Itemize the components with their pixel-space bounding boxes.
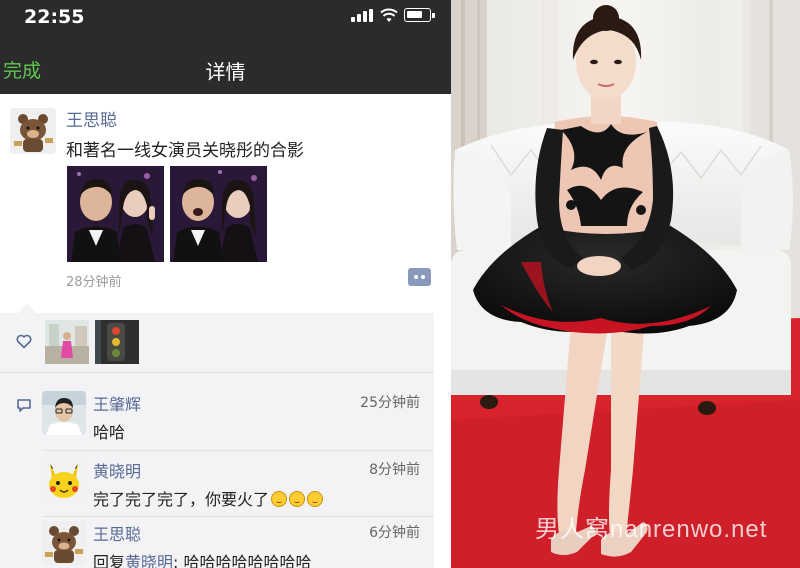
commenter-avatar[interactable]	[42, 391, 86, 435]
emoji-icon	[289, 491, 306, 507]
commenter-name[interactable]: 王肇辉	[93, 391, 141, 415]
comment-text: : 哈哈哈哈哈哈哈哈	[173, 553, 312, 568]
comment-text: 完了完了完了，你要火了	[93, 490, 270, 509]
page-title: 详情	[205, 60, 246, 84]
status-bar: 22:55	[0, 0, 451, 30]
post-timestamp: 28分钟前	[66, 275, 122, 290]
interaction-caret	[18, 304, 36, 313]
post-author-avatar[interactable]	[10, 108, 56, 154]
comment-time: 6分钟前	[369, 525, 420, 541]
more-icon[interactable]	[408, 268, 431, 286]
event-photo-image	[451, 0, 800, 568]
comment-divider	[42, 516, 434, 517]
moments-detail-screen: 22:55 完成 详情 王思聪 和著名一线女演员关晓彤的合影 28分钟前 王肇辉…	[0, 0, 451, 568]
heart-icon	[16, 334, 32, 353]
comment-reply-line: 回复黄晓明: 哈哈哈哈哈哈哈哈	[93, 549, 312, 568]
post-photo[interactable]	[67, 166, 164, 262]
commenter-avatar[interactable]	[42, 521, 86, 565]
status-time: 22:55	[24, 6, 85, 28]
post-text: 和著名一线女演员关晓彤的合影	[66, 141, 304, 161]
emoji-icon	[271, 491, 288, 507]
like-avatar[interactable]	[45, 320, 89, 364]
reply-prefix: 回复	[93, 553, 126, 568]
comment-divider	[42, 450, 434, 451]
comment-text-line: 完了完了完了，你要火了	[93, 486, 324, 510]
event-photo: 男人窝nanrenwo.net	[451, 0, 800, 568]
comment-icon	[16, 398, 32, 417]
comment-time: 25分钟前	[360, 395, 420, 411]
commenter-name[interactable]: 王思聪	[93, 521, 141, 545]
wifi-icon	[380, 7, 398, 27]
watermark-text: 男人窝nanrenwo.net	[535, 516, 768, 543]
likes-divider	[0, 372, 434, 373]
commenter-avatar[interactable]	[42, 458, 86, 502]
top-bar: 22:55 完成 详情	[0, 0, 451, 94]
commenter-name[interactable]: 黄晓明	[93, 458, 141, 482]
emoji-icon	[307, 491, 324, 507]
comment-text: 哈哈	[93, 423, 126, 442]
signal-icon	[351, 9, 373, 22]
reply-to-name[interactable]: 黄晓明	[125, 553, 173, 568]
battery-icon	[404, 8, 435, 22]
interaction-panel: 王肇辉 25分钟前 哈哈 黄晓明 8分钟前 完了完了完了，你要火了 王思聪 6分…	[0, 313, 434, 568]
post-author-name[interactable]: 王思聪	[66, 106, 117, 131]
comment-time: 8分钟前	[369, 462, 420, 478]
post-photo[interactable]	[170, 166, 267, 262]
like-avatar[interactable]	[95, 320, 139, 364]
